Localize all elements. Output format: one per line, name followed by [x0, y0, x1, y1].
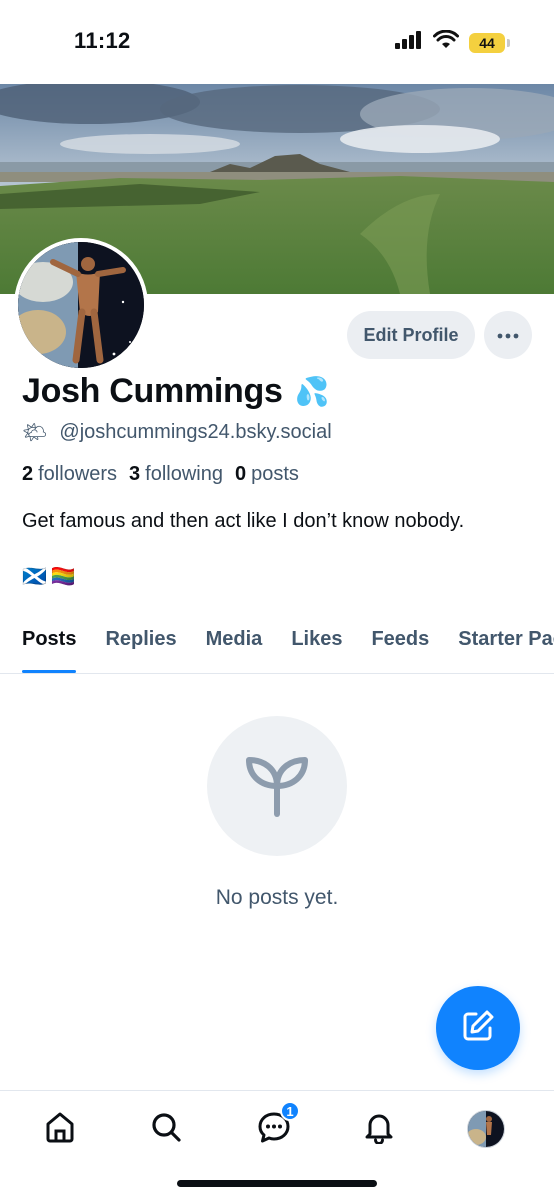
cellular-signal-icon	[395, 31, 423, 54]
profile-stats: 2 followers 3 following 0 posts	[22, 463, 299, 486]
empty-state-text: No posts yet.	[215, 886, 339, 909]
home-indicator	[177, 1180, 377, 1187]
compose-icon	[461, 1009, 495, 1048]
followers-link[interactable]: 2 followers	[22, 463, 117, 486]
display-name-row: Josh Cummings 💦	[22, 372, 329, 411]
tab-replies[interactable]: Replies	[105, 610, 176, 673]
battery-level: 44	[469, 32, 505, 53]
tab-feeds[interactable]: Feeds	[371, 610, 429, 673]
battery-icon: 44	[469, 32, 510, 53]
bio-flags: 🏴󠁧󠁢󠁳󠁣󠁴󠁿 🏳️‍🌈	[22, 564, 76, 589]
status-time: 11:12	[74, 28, 131, 53]
tab-starter-packs[interactable]: Starter Packs	[458, 610, 554, 673]
edit-profile-button[interactable]: Edit Profile	[347, 311, 475, 359]
followers-label: followers	[38, 463, 118, 485]
tab-posts[interactable]: Posts	[22, 610, 77, 673]
bell-icon	[362, 1110, 396, 1149]
name-emoji: 💦	[294, 376, 330, 407]
following-link[interactable]: 3 following	[129, 463, 223, 486]
display-name: Josh Cummings	[22, 372, 283, 410]
nav-search[interactable]	[146, 1109, 186, 1149]
status-indicators: 44	[395, 29, 510, 55]
rainbow-flag: 🏳️‍🌈	[50, 566, 76, 588]
home-icon	[43, 1110, 77, 1149]
profile-bio: Get famous and then act like I don’t kno…	[22, 510, 465, 532]
wifi-icon	[433, 29, 459, 55]
profile-tabs: Posts Replies Media Likes Feeds Starter …	[0, 610, 554, 674]
nav-chat[interactable]: 1	[254, 1101, 300, 1149]
nav-profile-avatar	[467, 1110, 505, 1148]
compose-post-button[interactable]	[436, 986, 520, 1070]
nav-notifications[interactable]	[359, 1109, 399, 1149]
ellipsis-icon	[497, 326, 519, 344]
status-bar: 11:12 44	[0, 0, 554, 84]
posts-stat: 0 posts	[235, 463, 299, 486]
following-label: following	[145, 463, 223, 485]
nav-profile[interactable]	[466, 1109, 506, 1149]
posts-label: posts	[251, 463, 299, 485]
followers-count: 2	[22, 463, 34, 485]
more-options-button[interactable]	[484, 311, 532, 359]
scotland-flag: 🏴󠁧󠁢󠁳󠁣󠁴󠁿	[22, 566, 47, 588]
posts-count: 0	[235, 463, 247, 485]
chat-unread-badge: 1	[280, 1101, 300, 1121]
tab-likes[interactable]: Likes	[291, 610, 342, 673]
tab-media[interactable]: Media	[206, 610, 263, 673]
handle: @joshcummings24.bsky.social	[59, 421, 332, 443]
nav-home[interactable]	[40, 1109, 80, 1149]
handle-row: 🌤 @joshcummings24.bsky.social	[22, 420, 332, 445]
empty-state-illustration	[207, 716, 347, 856]
following-count: 3	[129, 463, 141, 485]
search-icon	[149, 1110, 183, 1149]
profile-avatar[interactable]	[14, 238, 148, 372]
handle-emoji: 🌤	[22, 422, 48, 444]
sprout-icon	[241, 748, 313, 825]
